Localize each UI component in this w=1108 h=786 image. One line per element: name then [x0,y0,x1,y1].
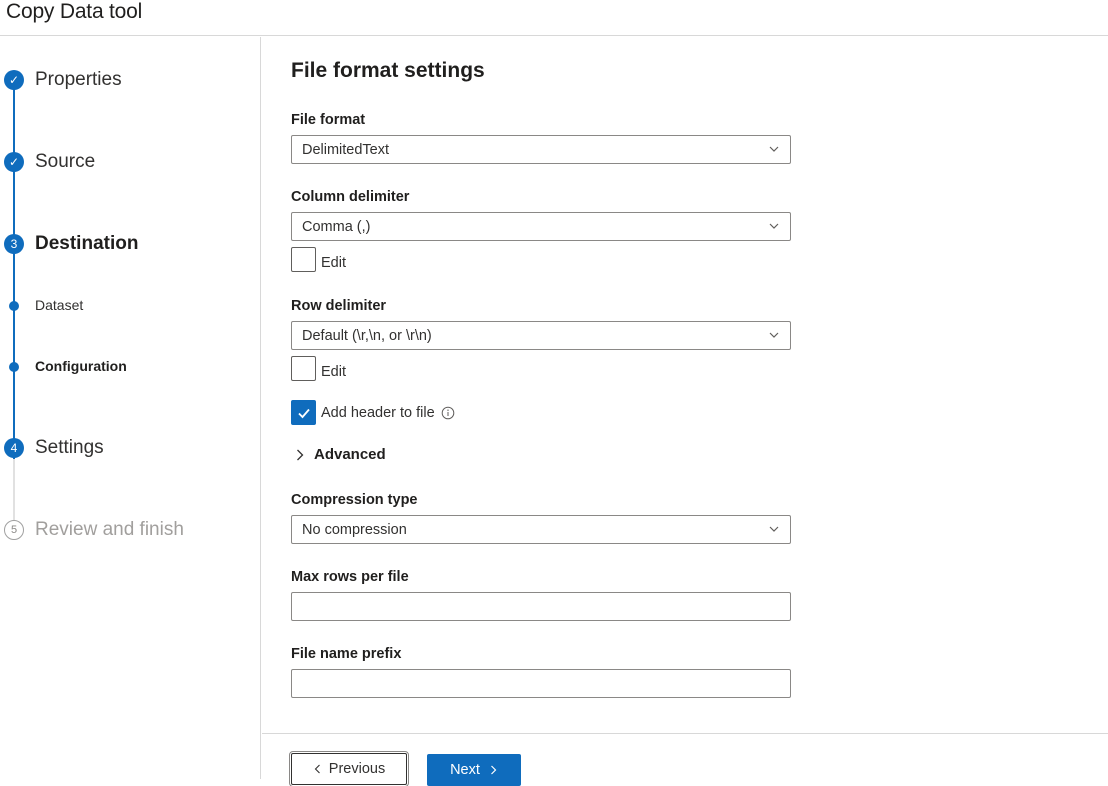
check-icon [297,408,310,418]
chevron-right-icon [297,449,304,460]
add-header-row: Add header to file [291,400,455,425]
max-rows-input[interactable] [291,592,791,621]
app-title: Copy Data tool [6,0,143,23]
check-icon: ✓ [4,152,24,172]
row-delimiter-value: Default (\r,\n, or \r\n) [302,328,432,344]
chevron-right-icon [490,765,497,775]
stepper-remaining-line [13,459,15,520]
add-header-checkbox[interactable] [291,400,316,425]
chevron-down-icon [769,332,779,338]
column-delimiter-label: Column delimiter [291,189,410,205]
step-label-review: Review and finish [35,519,184,540]
next-button[interactable]: Next [427,754,521,786]
top-bar: Copy Data tool [0,0,1108,36]
substep-dot [9,362,19,372]
column-delimiter-edit-label: Edit [321,254,346,271]
chevron-left-icon [314,764,320,774]
file-name-prefix-input[interactable] [291,669,791,698]
add-header-label: Add header to file [321,404,435,421]
row-delimiter-edit-row: Edit [291,356,346,381]
max-rows-label: Max rows per file [291,569,409,585]
step-label-dataset: Dataset [35,297,84,313]
footer-divider [262,733,1108,734]
step-label-destination: Destination [35,233,139,254]
column-delimiter-value: Comma (,) [302,219,371,235]
file-format-value: DelimitedText [302,142,390,158]
advanced-toggle[interactable]: Advanced [295,446,386,463]
chevron-down-icon [769,146,779,152]
info-icon[interactable] [441,406,455,420]
step-label-source: Source [35,151,96,172]
chevron-down-icon [769,526,779,532]
chevron-down-icon [769,223,779,229]
next-label: Next [450,762,480,778]
file-format-dropdown[interactable]: DelimitedText [291,135,791,164]
wizard-stepper: ✓ Properties ✓ Source 3 Destination Data… [0,37,261,779]
row-delimiter-edit-label: Edit [321,363,346,380]
stepper-progress-line [13,84,15,459]
step-label-configuration: Configuration [35,358,127,374]
substep-dot [9,301,19,311]
column-delimiter-dropdown[interactable]: Comma (,) [291,212,791,241]
compression-type-label: Compression type [291,492,418,508]
step-number: 5 [4,520,24,540]
section-title: File format settings [291,59,485,82]
step-label-properties: Properties [35,69,122,90]
step-number: 3 [4,234,24,254]
column-delimiter-edit-row: Edit [291,247,346,272]
compression-type-dropdown[interactable]: No compression [291,515,791,544]
file-name-prefix-label: File name prefix [291,646,402,662]
row-delimiter-edit-checkbox[interactable] [291,356,316,381]
check-icon: ✓ [4,70,24,90]
advanced-label: Advanced [314,446,386,463]
column-delimiter-edit-checkbox[interactable] [291,247,316,272]
row-delimiter-dropdown[interactable]: Default (\r,\n, or \r\n) [291,321,791,350]
previous-label: Previous [328,761,386,777]
previous-button[interactable]: Previous [289,751,409,786]
step-label-settings: Settings [35,437,104,458]
row-delimiter-label: Row delimiter [291,298,387,314]
step-number: 4 [4,438,24,458]
file-format-label: File format [291,112,366,128]
compression-type-value: No compression [302,522,407,538]
main-panel: File format settings File format Delimit… [262,37,1108,786]
